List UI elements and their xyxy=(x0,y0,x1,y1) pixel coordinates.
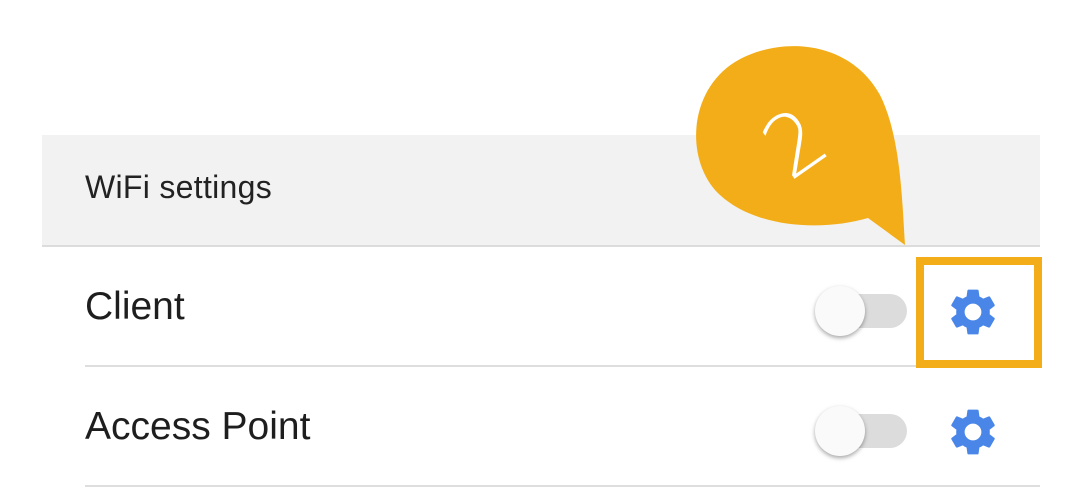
list-item-access-point: Access Point xyxy=(85,369,1040,487)
client-label: Client xyxy=(85,285,185,328)
access-point-toggle[interactable] xyxy=(815,406,909,456)
list-item-client: Client xyxy=(85,249,1040,367)
wifi-settings-header: WiFi settings xyxy=(42,135,1040,247)
access-point-label: Access Point xyxy=(85,405,311,448)
client-settings-button[interactable] xyxy=(945,284,1001,340)
gear-icon xyxy=(951,409,995,455)
toggle-knob xyxy=(815,406,865,456)
section-title: WiFi settings xyxy=(85,169,273,205)
toggle-knob xyxy=(815,286,865,336)
wifi-settings-screen: WiFi settings Client Access Point 2 xyxy=(0,0,1080,503)
gear-icon xyxy=(951,289,995,335)
client-toggle[interactable] xyxy=(815,286,909,336)
access-point-settings-button[interactable] xyxy=(945,404,1001,460)
